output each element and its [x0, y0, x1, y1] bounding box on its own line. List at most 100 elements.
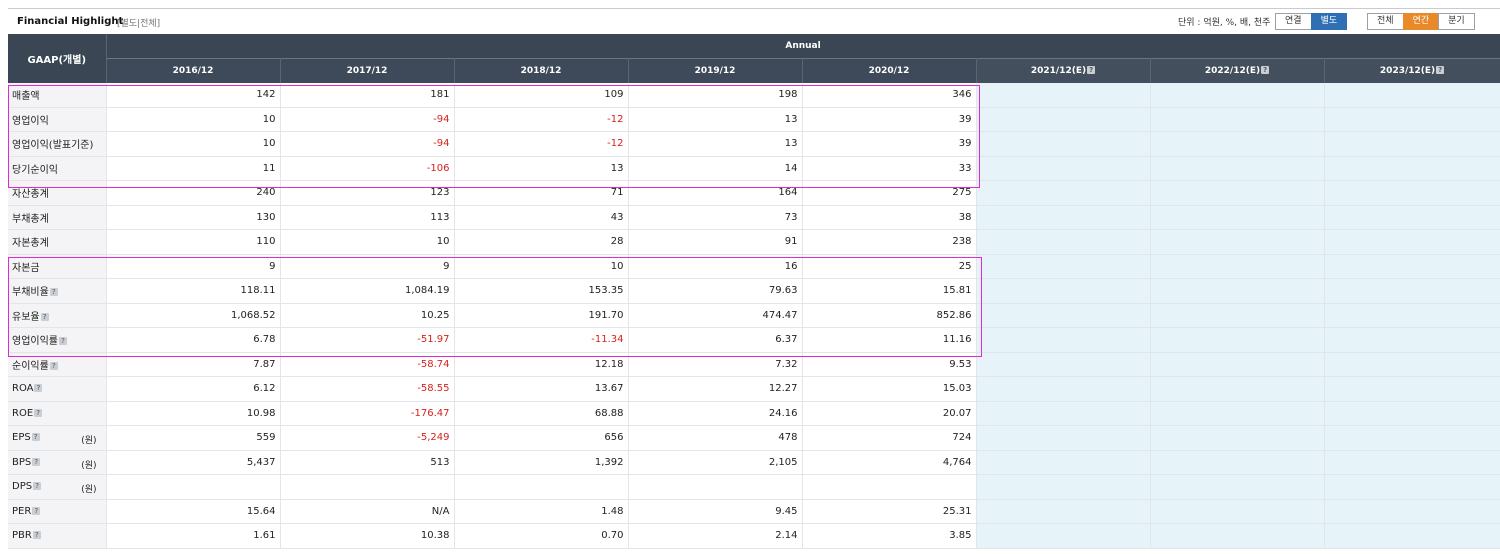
row-label: 자본총계 [12, 238, 49, 250]
scope-toggle: 연결 별도 [1275, 13, 1348, 30]
row-label-cell: PER? [8, 499, 107, 524]
table-row: 자본총계 110 10 28 91 238 [8, 229, 1500, 255]
column-header-label: 2018/12 [520, 66, 562, 76]
table-row: 당기순이익 11 -106 13 14 33 [8, 156, 1500, 181]
value-cell: -176.47 [280, 401, 455, 426]
all-period-button[interactable]: 전체 [1367, 13, 1404, 30]
row-unit: (원) [81, 460, 97, 471]
value-cell: 16 [628, 254, 803, 279]
estimate-cell [1150, 401, 1325, 426]
estimate-cell [976, 401, 1151, 426]
value-cell: 2,105 [628, 450, 803, 475]
help-icon[interactable]: ? [31, 433, 40, 442]
estimate-cell [976, 474, 1151, 500]
help-icon[interactable]: ? [32, 457, 41, 466]
row-label-cell: EPS? (원) [8, 425, 107, 451]
separate-button[interactable]: 별도 [1310, 13, 1348, 30]
row-label-cell: 자본총계 [8, 229, 107, 255]
value-cell: 12.18 [454, 352, 629, 377]
row-label: 자산총계 [12, 189, 49, 201]
column-header: 2022/12(E)? [1150, 58, 1325, 83]
row-label-cell: 부채총계 [8, 205, 107, 230]
estimate-cell [976, 376, 1151, 402]
row-label: PER [12, 505, 32, 517]
annual-button[interactable]: 연간 [1402, 13, 1440, 30]
value-cell: 15.03 [802, 376, 977, 402]
row-label: ROA [12, 383, 34, 395]
value-cell: 33 [802, 156, 977, 181]
value-cell: 198 [628, 83, 803, 108]
help-icon[interactable]: ? [1261, 66, 1270, 74]
value-cell [106, 474, 281, 500]
table-row: 영업이익률? 6.78 -51.97 -11.34 6.37 11.16 [8, 327, 1500, 353]
estimate-cell [976, 205, 1151, 230]
value-cell: 656 [454, 425, 629, 451]
help-icon[interactable]: ? [32, 506, 41, 515]
row-label-cell: 자본금 [8, 254, 107, 279]
value-cell: 10 [106, 107, 281, 132]
table-row: 순이익률? 7.87 -58.74 12.18 7.32 9.53 [8, 352, 1500, 377]
row-unit: (원) [81, 485, 97, 495]
section-header: Financial Highlight [별도|전체] 단위 : 억원, %, … [8, 8, 1500, 35]
value-cell: -58.55 [280, 376, 455, 402]
value-cell: 3.85 [802, 523, 977, 549]
estimate-cell [976, 425, 1151, 451]
row-unit: (원) [81, 436, 97, 446]
estimate-cell [1150, 450, 1325, 475]
value-cell: 24.16 [628, 401, 803, 426]
help-icon[interactable]: ? [1087, 66, 1096, 74]
row-label-cell: 영업이익 [8, 107, 107, 132]
row-label-cell: BPS? (원) [8, 450, 107, 475]
value-cell: 9 [280, 254, 455, 279]
estimate-cell [1324, 156, 1500, 181]
help-icon[interactable]: ? [1436, 66, 1445, 74]
help-icon[interactable]: ? [34, 384, 43, 393]
table-row: PBR? 1.61 10.38 0.70 2.14 3.85 [8, 523, 1500, 549]
estimate-cell [976, 499, 1151, 524]
help-icon[interactable]: ? [49, 288, 58, 297]
table-row: 유보율? 1,068.52 10.25 191.70 474.47 852.86 [8, 303, 1500, 328]
value-cell: 724 [802, 425, 977, 451]
estimate-cell [1150, 83, 1325, 108]
help-icon[interactable]: ? [40, 312, 49, 321]
value-cell [802, 474, 977, 500]
value-cell [454, 474, 629, 500]
value-cell: 474.47 [628, 303, 803, 328]
estimate-cell [976, 523, 1151, 549]
help-icon[interactable]: ? [34, 408, 43, 417]
help-icon[interactable]: ? [59, 337, 67, 346]
value-cell: 11 [106, 156, 281, 181]
value-cell: 5,437 [106, 450, 281, 475]
estimate-cell [1150, 499, 1325, 524]
estimate-cell [1150, 474, 1325, 500]
estimate-cell [1150, 278, 1325, 304]
consolidated-button[interactable]: 연결 [1275, 13, 1312, 30]
estimate-cell [1324, 376, 1500, 402]
quarter-button[interactable]: 분기 [1438, 13, 1475, 30]
value-cell: 91 [628, 229, 803, 255]
value-cell: -5,249 [280, 425, 455, 451]
section-subtitle: [별도|전체] [117, 19, 161, 29]
help-icon[interactable]: ? [49, 361, 58, 370]
value-cell: 275 [802, 180, 977, 206]
estimate-cell [1324, 278, 1500, 304]
value-cell: 9.53 [802, 352, 977, 377]
help-icon[interactable]: ? [32, 531, 41, 540]
row-label-cell: DPS? (원) [8, 474, 107, 500]
value-cell: 12.27 [628, 376, 803, 402]
row-label-cell: 자산총계 [8, 180, 107, 206]
value-cell: -94 [280, 107, 455, 132]
value-cell: 13 [454, 156, 629, 181]
help-icon[interactable]: ? [33, 482, 42, 491]
estimate-cell [976, 278, 1151, 304]
value-cell: 10 [106, 131, 281, 157]
table-row: BPS? (원) 5,437 513 1,392 2,105 4,764 [8, 450, 1500, 475]
value-cell: 109 [454, 83, 629, 108]
estimate-cell [1324, 205, 1500, 230]
value-cell: 123 [280, 180, 455, 206]
estimate-cell [1150, 327, 1325, 353]
section-title: Financial Highlight [17, 16, 124, 27]
value-cell: -51.97 [280, 327, 455, 353]
value-cell: 346 [802, 83, 977, 108]
row-label: 영업이익률 [12, 336, 58, 348]
